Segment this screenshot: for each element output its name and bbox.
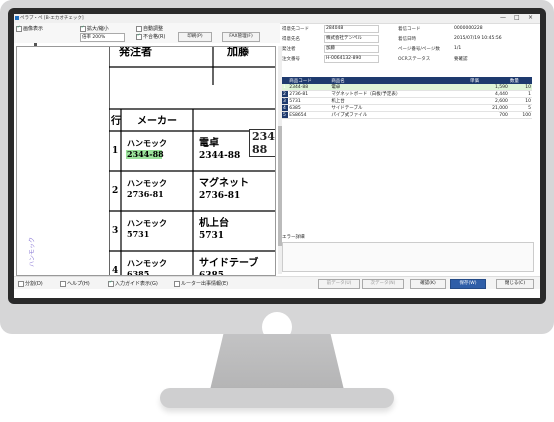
toolbar: 画像表示 拡大/縮小 自動調整 倍率 200% 不合格(R) 印刷(P) FAX…	[14, 23, 280, 50]
minimize-button[interactable]: —	[500, 14, 506, 21]
ocr-status-label: OCRステータス	[398, 57, 431, 62]
grid-cell-code[interactable]: 6385	[288, 104, 331, 112]
grid-cell-qty[interactable]: 100	[508, 111, 532, 119]
error-detail-label: エラー詳細	[282, 235, 305, 240]
grid-row[interactable]: 2 2736-81 マグネットボード（白板/予定表） 4,440 1	[282, 90, 532, 98]
page-label: ページ番号/ページ数	[398, 47, 440, 52]
doc-header-orderer: 発注者	[118, 47, 152, 58]
customer-code-field[interactable]: 284048	[324, 25, 379, 33]
doc-row-item: 電卓	[199, 136, 219, 149]
app-window: ペラブ・ペ [B-エカオチェック] — □ × 画像表示 拡大/縮小 自動調整 …	[14, 14, 540, 298]
confirm-button[interactable]: 確認(K)	[410, 279, 446, 289]
doc-row-maker-code: 2736-81	[127, 189, 164, 199]
monitor-stand-base	[160, 388, 394, 408]
zoom-select[interactable]: 倍率 200%	[80, 33, 125, 42]
close-window-button[interactable]: ×	[528, 14, 533, 21]
print-button[interactable]: 印刷(P)	[178, 32, 212, 42]
window-title: ペラブ・ペ [B-エカオチェック]	[20, 16, 84, 21]
doc-row-maker: ハンモック	[127, 218, 167, 228]
fail-checkbox[interactable]: 不合格(R)	[136, 33, 165, 40]
show-image-checkbox[interactable]: 画像表示	[16, 25, 43, 32]
error-detail-box[interactable]	[282, 242, 534, 272]
doc-row-item: サイドテーブ	[199, 256, 258, 269]
monitor-stand-neck	[210, 334, 344, 390]
grid-cell-code[interactable]: ES8654	[288, 111, 331, 119]
recv-code-value: 0000000228	[454, 26, 483, 31]
doc-row-item-code: 2736-81	[199, 191, 240, 201]
orderer-field[interactable]: 加藤	[324, 45, 379, 53]
doc-row-number: 4	[112, 266, 118, 275]
doc-row-item-code: 5731	[199, 231, 224, 241]
grid-cell-price[interactable]: 700	[468, 111, 509, 119]
help-checkbox[interactable]: ヘルプ(H)	[60, 280, 90, 287]
prev-data-button[interactable]: 前データ(U)	[318, 279, 360, 289]
customer-code-label: 得意先コード	[282, 27, 309, 32]
grid-cell-name[interactable]: サイドテーブル	[330, 104, 469, 112]
order-no-field[interactable]: H-0064132-890	[324, 55, 379, 63]
fax-image-view[interactable]: 発注者 加藤 行 メーカー 1 ハンモック 2344-88 電卓 2344-88 2 ハンモ…	[16, 46, 276, 276]
grid-cell-name[interactable]: マグネットボード（白板/予定表）	[330, 90, 469, 98]
grid-row[interactable]: 4 6385 サイドテーブル 21,000 5	[282, 104, 532, 112]
doc-row-maker-code: 6385	[127, 269, 149, 275]
items-grid[interactable]: 商品コード 商品名 単価 数量 1 2344-88 電卓 1,590 10 2 …	[282, 77, 532, 119]
doc-row-maker-code: 5731	[127, 229, 149, 239]
doc-row-item-code: 2344-88	[199, 151, 240, 161]
doc-row-maker: ハンモック	[127, 178, 167, 188]
doc-header-name: 加藤	[226, 47, 250, 58]
grid-cell-name[interactable]: パイプ式ファイル	[330, 111, 469, 119]
next-data-button[interactable]: 次データ(N)	[362, 279, 404, 289]
order-no-label: 注文番号	[282, 57, 300, 62]
image-scrollbar-thumb[interactable]	[278, 126, 282, 246]
grid-row[interactable]: 3 5731 机上台 2,600 10	[282, 97, 532, 105]
split-checkbox[interactable]: 分割(D)	[18, 280, 43, 287]
input-guide-checkbox[interactable]: 入力ガイド表示(G)	[108, 280, 158, 287]
page-value: 1/1	[454, 46, 462, 51]
grid-row[interactable]: 5 ES8654 パイプ式ファイル 700 100	[282, 111, 532, 119]
grid-cell-price[interactable]: 21,000	[468, 104, 509, 112]
customer-name-label: 得意先名	[282, 37, 300, 42]
grid-cell-qty[interactable]: 10	[508, 97, 532, 105]
grid-cell-code[interactable]: 5731	[288, 97, 331, 105]
customer-name-field[interactable]: 株式会社テンペル	[324, 35, 379, 43]
close-button[interactable]: 閉じる(C)	[496, 279, 534, 289]
orderer-label: 発注者	[282, 47, 296, 52]
fax-manage-button[interactable]: FAX管理(F)	[222, 32, 260, 42]
doc-row-item-code: 6385	[199, 271, 224, 275]
doc-row-number: 3	[112, 226, 118, 236]
doc-row-maker: ハンモック	[127, 258, 167, 268]
router-info-checkbox[interactable]: ルーター出事情報(E)	[174, 280, 228, 287]
doc-row-maker-code: 2344-88	[127, 149, 164, 159]
grid-cell-price[interactable]: 4,440	[468, 90, 509, 98]
grid-header-qty[interactable]: 数量	[508, 77, 532, 84]
ocr-zoom-callout: 2344-88	[249, 129, 275, 157]
bottom-bar: 分割(D) ヘルプ(H) 入力ガイド表示(G) ルーター出事情報(E) 前データ…	[14, 276, 540, 289]
grid-cell-qty[interactable]: 5	[508, 104, 532, 112]
side-stamp: ハンモック	[29, 236, 36, 267]
recv-code-label: 着信コード	[398, 27, 421, 32]
fax-table-image: 発注者 加藤 行 メーカー 1ハンモック2344-88電卓2344-882ハンモ…	[109, 47, 275, 275]
grid-header-name[interactable]: 商品名	[330, 77, 469, 84]
save-button[interactable]: 保存(W)	[450, 279, 486, 289]
maximize-button[interactable]: □	[514, 14, 520, 21]
doc-col-maker: メーカー	[137, 115, 177, 127]
grid-cell-price[interactable]: 2,600	[468, 97, 509, 105]
grid-header-code[interactable]: 商品コード	[288, 77, 331, 84]
grid-cell-qty[interactable]: 1	[508, 90, 532, 98]
doc-col-row: 行	[110, 114, 121, 127]
doc-row-maker: ハンモック	[127, 138, 167, 148]
grid-header-price[interactable]: 単価	[468, 77, 509, 84]
grid-cell-name[interactable]: 机上台	[330, 97, 469, 105]
doc-row-item: マグネット	[199, 176, 249, 189]
ocr-status-value: 要確認	[454, 57, 468, 62]
grid-cell-code[interactable]: 2736-81	[288, 90, 331, 98]
doc-row-number: 1	[112, 146, 118, 156]
auto-fit-checkbox[interactable]: 自動調整	[136, 25, 163, 32]
app-icon	[15, 16, 19, 20]
recv-datetime-value: 2015/07/19 10:45:56	[454, 36, 502, 41]
recv-datetime-label: 着信日時	[398, 37, 416, 42]
doc-row-number: 2	[112, 186, 118, 196]
zoom-checkbox[interactable]: 拡大/縮小	[80, 25, 109, 32]
doc-row-item: 机上台	[199, 216, 229, 229]
